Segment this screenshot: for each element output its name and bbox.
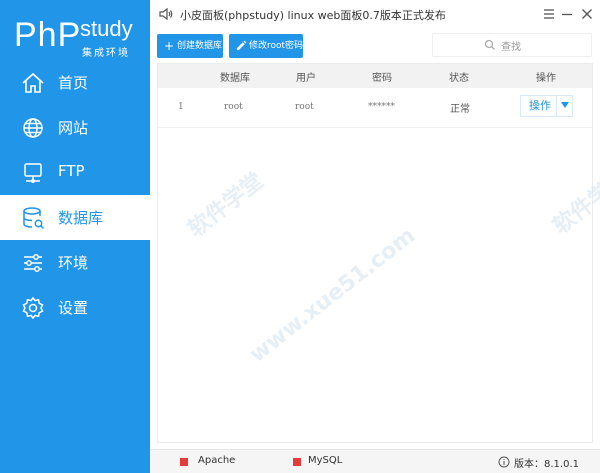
search-placeholder: 查找 — [501, 42, 521, 53]
sidebar-item-label: 首页 — [58, 74, 89, 92]
close-icon[interactable] — [577, 4, 597, 24]
row-user: root — [295, 102, 314, 112]
apache-service-label[interactable]: Apache — [198, 455, 235, 466]
globe-icon — [23, 118, 43, 138]
search-icon — [484, 39, 495, 50]
column-header-user: 用户 — [296, 73, 316, 84]
column-header-action: 操作 — [536, 73, 556, 84]
logo-study: study — [80, 16, 133, 41]
row-index: 1 — [178, 102, 184, 112]
announcement-title[interactable]: 小皮面板(phpstudy) linux web面板0.7版本正式发布 — [180, 7, 446, 23]
create-database-label: 创建数据库 — [177, 41, 223, 51]
sidebar-item-home[interactable]: 首页 — [0, 60, 150, 105]
plus-icon: + — [164, 39, 175, 53]
minimize-icon[interactable] — [557, 4, 577, 24]
sidebar: PhP study 集成环境 首页 网站 FTP 数据库 环境 设置 — [0, 0, 150, 473]
change-root-password-button[interactable]: 修改root密码 — [229, 34, 303, 58]
sidebar-item-database[interactable]: 数据库 — [0, 195, 150, 240]
apache-status-indicator — [180, 458, 188, 466]
home-icon — [22, 72, 44, 93]
status-bar: Apache MySQL 版本：8.1.0.1 — [150, 449, 600, 473]
logo-php: PhP — [14, 16, 82, 54]
mysql-service-label[interactable]: MySQL — [308, 455, 342, 466]
sidebar-item-websites[interactable]: 网站 — [0, 105, 150, 150]
sidebar-item-label: 数据库 — [58, 209, 104, 227]
column-header-password: 密码 — [372, 73, 392, 84]
menu-icon[interactable] — [539, 4, 559, 24]
sliders-icon — [24, 254, 42, 272]
sidebar-item-label: 环境 — [58, 254, 89, 272]
title-bar: 小皮面板(phpstudy) linux web面板0.7版本正式发布 — [150, 0, 600, 28]
database-table: 数据库 用户 密码 状态 操作 1 root root ****** 正常 操作 — [157, 63, 593, 443]
column-header-database: 数据库 — [220, 73, 250, 84]
info-icon — [498, 456, 510, 468]
search-input[interactable]: 查找 — [432, 33, 592, 57]
monitor-icon — [24, 163, 42, 183]
table-header: 数据库 用户 密码 状态 操作 — [158, 64, 592, 88]
table-row[interactable]: 1 root root ****** 正常 操作 — [158, 88, 592, 128]
gear-icon — [22, 296, 44, 320]
create-database-button[interactable]: + 创建数据库 — [157, 34, 223, 58]
sidebar-item-ftp[interactable]: FTP — [0, 150, 150, 195]
app-logo: PhP study 集成环境 — [14, 12, 144, 62]
announcement-icon[interactable] — [158, 7, 174, 21]
row-password: ****** — [368, 102, 395, 112]
column-header-status: 状态 — [449, 73, 469, 84]
mysql-status-indicator — [293, 458, 301, 466]
sidebar-item-environment[interactable]: 环境 — [0, 240, 150, 285]
sidebar-item-label: 网站 — [58, 119, 89, 137]
row-action-label: 操作 — [529, 99, 551, 112]
logo-subtitle: 集成环境 — [82, 48, 130, 59]
change-root-password-label: 修改root密码 — [249, 41, 304, 51]
sidebar-item-settings[interactable]: 设置 — [0, 285, 150, 330]
version-label: 版本：8.1.0.1 — [514, 459, 579, 470]
sidebar-item-label: FTP — [58, 162, 85, 180]
row-status: 正常 — [450, 104, 470, 115]
sidebar-nav: 首页 网站 FTP 数据库 环境 设置 — [0, 60, 150, 330]
caret-down-icon — [561, 102, 569, 108]
row-action-dropdown[interactable] — [556, 95, 573, 117]
sidebar-item-label: 设置 — [58, 299, 89, 317]
pencil-icon — [236, 40, 247, 51]
row-database: root — [224, 102, 243, 112]
database-icon — [23, 207, 45, 230]
